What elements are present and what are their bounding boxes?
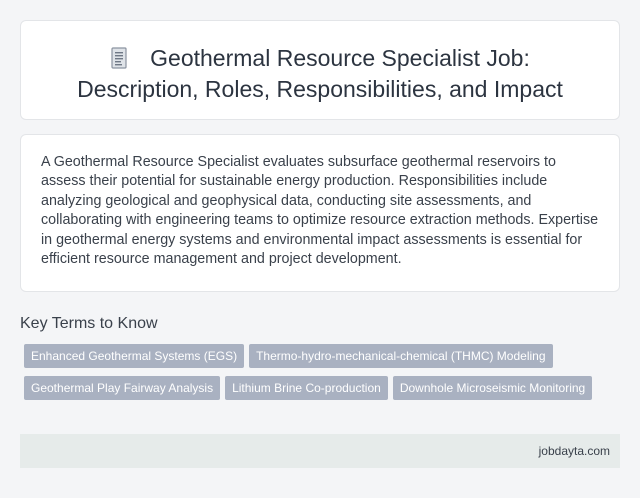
job-description: A Geothermal Resource Specialist evaluat… <box>41 154 599 268</box>
document-icon <box>110 46 128 69</box>
tag-lithium-brine-coproduction[interactable]: Lithium Brine Co-production <box>225 376 388 400</box>
tag-thmc-modeling[interactable]: Thermo-hydro-mechanical-chemical (THMC) … <box>249 344 553 368</box>
title-card: Geothermal Resource Specialist Job: Desc… <box>20 20 620 120</box>
tag-play-fairway-analysis[interactable]: Geothermal Play Fairway Analysis <box>24 376 221 400</box>
tag-downhole-microseismic-monitoring[interactable]: Downhole Microseismic Monitoring <box>392 376 593 400</box>
page-title: Geothermal Resource Specialist Job: Desc… <box>51 43 589 105</box>
key-terms-heading: Key Terms to Know <box>20 315 158 332</box>
tag-row: Enhanced Geothermal Systems (EGS) Thermo-… <box>24 344 620 371</box>
page-title-text: Geothermal Resource Specialist Job: Desc… <box>77 45 563 102</box>
tag-row: Geothermal Play Fairway Analysis Lithium … <box>24 376 620 403</box>
tag-enhanced-geothermal-systems[interactable]: Enhanced Geothermal Systems (EGS) <box>24 344 245 368</box>
footer-site-link[interactable]: jobdayta.com <box>539 444 610 458</box>
key-terms-list: Enhanced Geothermal Systems (EGS) Thermo-… <box>20 344 620 403</box>
footer: jobdayta.com <box>20 434 620 468</box>
page: Geothermal Resource Specialist Job: Desc… <box>0 0 640 498</box>
description-card: A Geothermal Resource Specialist evaluat… <box>20 134 620 292</box>
